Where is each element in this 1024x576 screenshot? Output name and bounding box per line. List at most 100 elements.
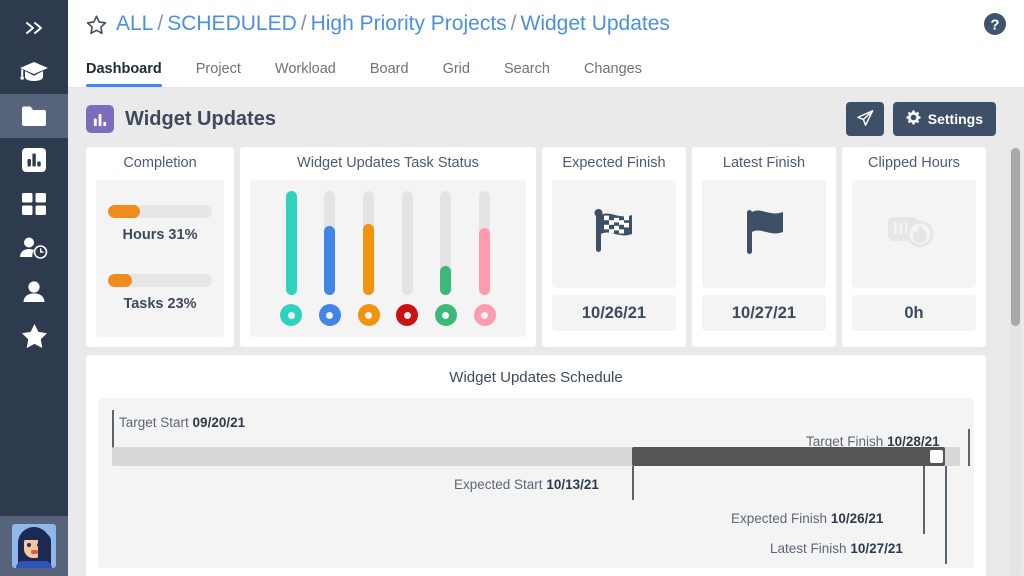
clipped-hours-icon bbox=[884, 209, 944, 260]
content-scrollbar-thumb[interactable] bbox=[1011, 148, 1020, 326]
card-clipped-hours-title: Clipped Hours bbox=[868, 155, 960, 171]
sidebar bbox=[0, 0, 68, 576]
gauge-fill bbox=[285, 191, 297, 295]
chevron-double-right-icon bbox=[23, 19, 45, 37]
tab-workload[interactable]: Workload bbox=[275, 61, 356, 87]
hours-progress-label: Hours 31% bbox=[122, 227, 198, 243]
expected-finish-label: Expected Finish 10/26/21 bbox=[731, 511, 883, 526]
latest-finish-icon-panel bbox=[702, 180, 826, 288]
avatar bbox=[12, 524, 56, 568]
gauge-dot[interactable] bbox=[280, 304, 303, 326]
tab-search[interactable]: Search bbox=[504, 61, 570, 87]
latest-finish-label: Latest Finish 10/27/21 bbox=[770, 541, 903, 556]
completion-bars: Hours 31% Tasks 23% bbox=[96, 196, 224, 321]
tab-bar: Dashboard Project Workload Board Grid Se… bbox=[68, 45, 1024, 87]
gantt-progress-handle[interactable] bbox=[930, 450, 943, 463]
settings-button[interactable]: Settings bbox=[892, 102, 996, 136]
sidebar-item-timesheets[interactable] bbox=[0, 226, 68, 270]
tab-dashboard[interactable]: Dashboard bbox=[86, 61, 162, 87]
sidebar-item-favorites[interactable] bbox=[0, 314, 68, 358]
gauge-dot-center bbox=[481, 311, 489, 319]
expected-start-value: 10/13/21 bbox=[546, 477, 599, 492]
sidebar-item-collapse[interactable] bbox=[0, 6, 68, 50]
gauge-fill bbox=[363, 224, 375, 295]
breadcrumb-item-scheduled[interactable]: SCHEDULED bbox=[167, 12, 297, 36]
card-expected-finish-title: Expected Finish bbox=[562, 155, 666, 171]
latest-finish-value-text: 10/27/21 bbox=[850, 541, 903, 556]
main-area: ALL / SCHEDULED / High Priority Projects… bbox=[68, 0, 1024, 576]
schedule-gantt: Target Start 09/20/21 Target Finish 10/2… bbox=[98, 398, 974, 568]
flag-icon bbox=[739, 206, 789, 263]
header: ALL / SCHEDULED / High Priority Projects… bbox=[68, 0, 1024, 88]
sidebar-item-boards[interactable] bbox=[0, 182, 68, 226]
gauge-status-4[interactable] bbox=[396, 191, 419, 326]
avatar-shoulder bbox=[16, 561, 52, 568]
gauge-dot-center bbox=[403, 311, 411, 319]
gauge-status-3[interactable] bbox=[357, 191, 380, 326]
gantt-progress-bar[interactable] bbox=[632, 447, 945, 466]
summary-cards-row: Completion Hours 31% Tasks 23% Widget Up… bbox=[68, 147, 1024, 347]
clipped-hours-value: 0h bbox=[852, 295, 976, 331]
checkered-flag-icon bbox=[586, 204, 642, 265]
sidebar-item-reports[interactable] bbox=[0, 138, 68, 182]
card-completion-panel: Hours 31% Tasks 23% bbox=[96, 180, 224, 337]
gantt-track bbox=[112, 447, 960, 466]
card-task-status: Widget Updates Task Status bbox=[240, 147, 536, 347]
breadcrumb-item-widget-updates[interactable]: Widget Updates bbox=[521, 12, 670, 36]
tasks-progress-track bbox=[108, 274, 212, 287]
content-scrollbar[interactable] bbox=[1010, 148, 1021, 576]
completion-hours: Hours 31% bbox=[108, 205, 212, 243]
gantt-bar-row[interactable] bbox=[98, 447, 974, 466]
grid-icon bbox=[21, 191, 47, 217]
graduation-cap-icon bbox=[19, 60, 49, 84]
expected-finish-icon-panel bbox=[552, 180, 676, 288]
gauge-track bbox=[440, 191, 452, 295]
sidebar-item-learning[interactable] bbox=[0, 50, 68, 94]
gauge-fill bbox=[479, 228, 491, 295]
gauge-dot-center bbox=[365, 311, 373, 319]
gauge-fill bbox=[440, 265, 452, 295]
user-clock-icon bbox=[19, 236, 49, 260]
send-button[interactable] bbox=[845, 102, 884, 136]
gauge-dot[interactable] bbox=[473, 304, 496, 326]
sidebar-item-projects[interactable] bbox=[0, 94, 68, 138]
schedule-title: Widget Updates Schedule bbox=[449, 369, 623, 386]
target-start-value: 09/20/21 bbox=[192, 415, 246, 430]
card-completion-title: Completion bbox=[123, 155, 197, 171]
gauge-dot[interactable] bbox=[357, 304, 380, 326]
hours-progress-track bbox=[108, 205, 212, 218]
star-icon bbox=[21, 323, 48, 349]
expected-finish-label-text: Expected Finish bbox=[731, 511, 828, 526]
gauge-track bbox=[285, 191, 297, 295]
settings-button-label: Settings bbox=[927, 111, 983, 127]
help-circle-icon[interactable]: ? bbox=[983, 12, 1007, 36]
page-title: Widget Updates bbox=[125, 107, 276, 130]
tab-project[interactable]: Project bbox=[196, 61, 261, 87]
gauge-dot-center bbox=[287, 311, 295, 319]
star-outline-icon[interactable] bbox=[86, 14, 107, 35]
tab-changes[interactable]: Changes bbox=[584, 61, 662, 87]
svg-text:?: ? bbox=[990, 17, 999, 34]
gauge-dot[interactable] bbox=[434, 304, 457, 326]
gauge-dot[interactable] bbox=[396, 304, 419, 326]
breadcrumb-item-all[interactable]: ALL bbox=[116, 12, 153, 36]
breadcrumb-item-high-priority-projects[interactable]: High Priority Projects bbox=[311, 12, 507, 36]
tab-board[interactable]: Board bbox=[370, 61, 429, 87]
gauge-status-2[interactable] bbox=[318, 191, 341, 326]
card-latest-finish: Latest Finish 10/27/21 bbox=[692, 147, 836, 347]
paper-plane-icon bbox=[856, 109, 874, 130]
gauge-status-1[interactable] bbox=[280, 191, 303, 326]
gauge-status-6[interactable] bbox=[473, 191, 496, 326]
target-start-label-text: Target Start bbox=[119, 415, 189, 430]
gauge-status-5[interactable] bbox=[434, 191, 457, 326]
card-latest-finish-title: Latest Finish bbox=[722, 155, 806, 171]
sidebar-item-people[interactable] bbox=[0, 270, 68, 314]
sidebar-avatar[interactable] bbox=[0, 516, 68, 576]
gauge-dot-center bbox=[326, 311, 334, 319]
tab-grid[interactable]: Grid bbox=[443, 61, 490, 87]
card-completion: Completion Hours 31% Tasks 23% bbox=[86, 147, 234, 347]
expected-start-marker-line bbox=[632, 466, 634, 500]
target-start-label: Target Start 09/20/21 bbox=[119, 415, 245, 430]
gauge-dot[interactable] bbox=[318, 304, 341, 326]
breadcrumb-separator: / bbox=[300, 12, 307, 35]
